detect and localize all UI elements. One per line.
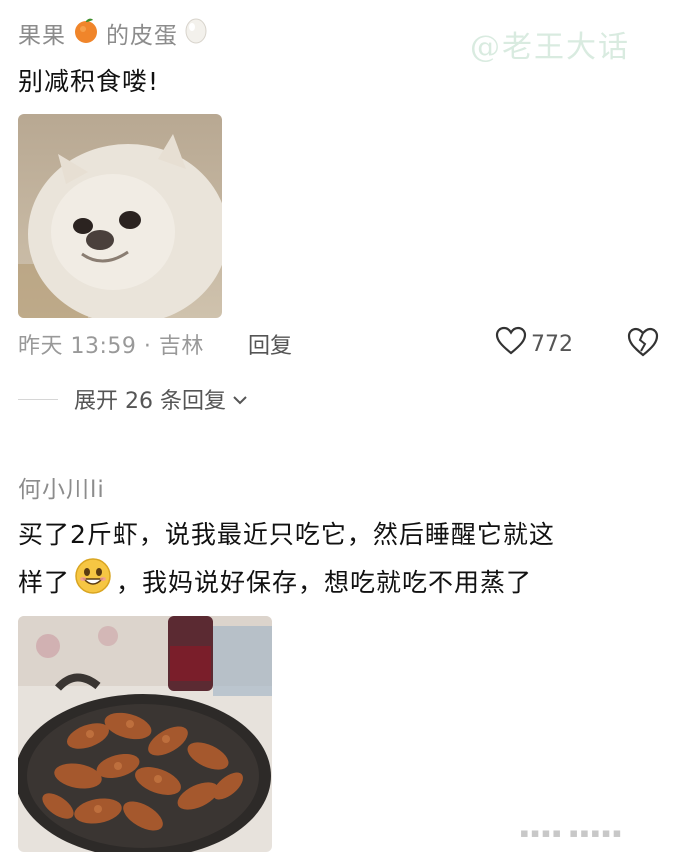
divider: [18, 398, 58, 400]
comment-meta: 昨天 13:59 · 吉林: [18, 334, 204, 359]
comment-text: 买了2斤虾，说我最近只吃它，然后睡醒它就这 样了 ，我妈说好保存，想吃就吃不用蒸…: [18, 513, 555, 609]
shrimp-pan-photo[interactable]: [18, 616, 272, 852]
grin-emoji-icon: [74, 557, 112, 609]
watermark: @老王大话: [470, 30, 630, 65]
comment-username[interactable]: 何小川li: [18, 470, 105, 504]
heart-outline-icon: [495, 326, 527, 362]
username-text: 果果: [18, 23, 66, 49]
comment-fragment: 样了: [18, 568, 71, 597]
comment-username[interactable]: 果果 的皮蛋: [18, 16, 214, 50]
like-count: 772: [531, 331, 573, 357]
comment-line: 买了2斤虾，说我最近只吃它，然后睡醒它就这: [18, 520, 555, 549]
username-text: 何小川li: [18, 477, 105, 503]
reply-button[interactable]: 回复: [248, 328, 292, 360]
comment-fragment: ，我妈说好保存，想吃就吃不用蒸了: [116, 568, 533, 597]
username-text: 的皮蛋: [106, 23, 178, 49]
chevron-down-icon: [232, 387, 248, 412]
comment-line: 样了 ，我妈说好保存，想吃就吃不用蒸了: [18, 557, 555, 609]
bottom-watermark: ▪▪▪▪ ▪▪▪▪▪: [520, 826, 624, 841]
dislike-button[interactable]: [626, 326, 660, 362]
orange-icon: [72, 16, 100, 50]
comment-text: 别减积食喽!: [18, 67, 160, 96]
egg-icon: [184, 16, 208, 50]
expand-replies-button[interactable]: 展开 26 条回复: [18, 383, 248, 415]
expand-label: 展开 26 条回复: [74, 389, 226, 414]
broken-heart-icon: [626, 327, 660, 362]
dog-photo[interactable]: [18, 114, 222, 318]
like-button[interactable]: 772: [495, 326, 573, 362]
